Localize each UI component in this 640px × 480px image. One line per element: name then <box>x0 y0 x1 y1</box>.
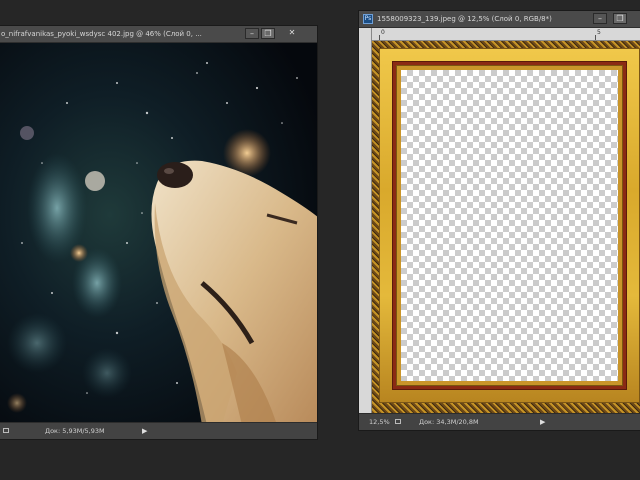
vertical-ruler[interactable] <box>359 28 372 413</box>
status-menu-arrow[interactable]: ▶ <box>540 414 545 430</box>
transparent-area <box>401 70 618 381</box>
minimize-button[interactable]: – <box>593 13 607 24</box>
document-title: o_nifrafvanikas_pyoki_wsdysc 402.jpg @ 4… <box>1 30 202 38</box>
dog-photo <box>0 43 317 422</box>
document-window-dog[interactable]: o_nifrafvanikas_pyoki_wsdysc 402.jpg @ 4… <box>0 25 318 440</box>
status-menu-arrow[interactable]: ▶ <box>142 423 147 439</box>
document-title: 1558009323_139.jpeg @ 12,5% (Слой 0, RGB… <box>377 15 552 23</box>
restore-button[interactable]: ❐ <box>261 28 275 39</box>
ruler-tick-label: 0 <box>379 29 385 40</box>
photoshop-workspace: o_nifrafvanikas_pyoki_wsdysc 402.jpg @ 4… <box>0 0 640 480</box>
red-frame-band <box>392 61 627 390</box>
status-menu-icon[interactable] <box>3 428 9 433</box>
document-titlebar[interactable]: Ps 1558009323_139.jpeg @ 12,5% (Слой 0, … <box>359 11 640 28</box>
gold-frame <box>379 48 640 403</box>
photoshop-document-icon: Ps <box>363 14 373 24</box>
document-canvas[interactable] <box>0 43 317 422</box>
zoom-level[interactable]: 12,5% <box>369 414 390 430</box>
inner-gold-band <box>396 65 623 386</box>
minimize-button[interactable]: – <box>245 28 259 39</box>
horizontal-ruler[interactable]: 0 5 <box>371 28 640 41</box>
restore-button[interactable]: ❐ <box>613 13 627 24</box>
document-size-info: Док: 5,93М/5,93М <box>45 427 105 435</box>
ruler-tick-label: 5 <box>595 29 601 40</box>
status-menu-icon[interactable] <box>395 419 401 424</box>
document-status-bar: Док: 5,93М/5,93М ▶ <box>0 422 317 439</box>
document-status-bar: 12,5% Док: 34,3М/20,8М ▶ <box>359 413 640 430</box>
document-window-frame[interactable]: Ps 1558009323_139.jpeg @ 12,5% (Слой 0, … <box>358 10 640 431</box>
document-titlebar[interactable]: o_nifrafvanikas_pyoki_wsdysc 402.jpg @ 4… <box>0 26 317 43</box>
close-button[interactable]: ✕ <box>285 28 299 39</box>
document-size-info: Док: 34,3М/20,8М <box>419 418 479 426</box>
document-canvas[interactable] <box>372 41 640 413</box>
